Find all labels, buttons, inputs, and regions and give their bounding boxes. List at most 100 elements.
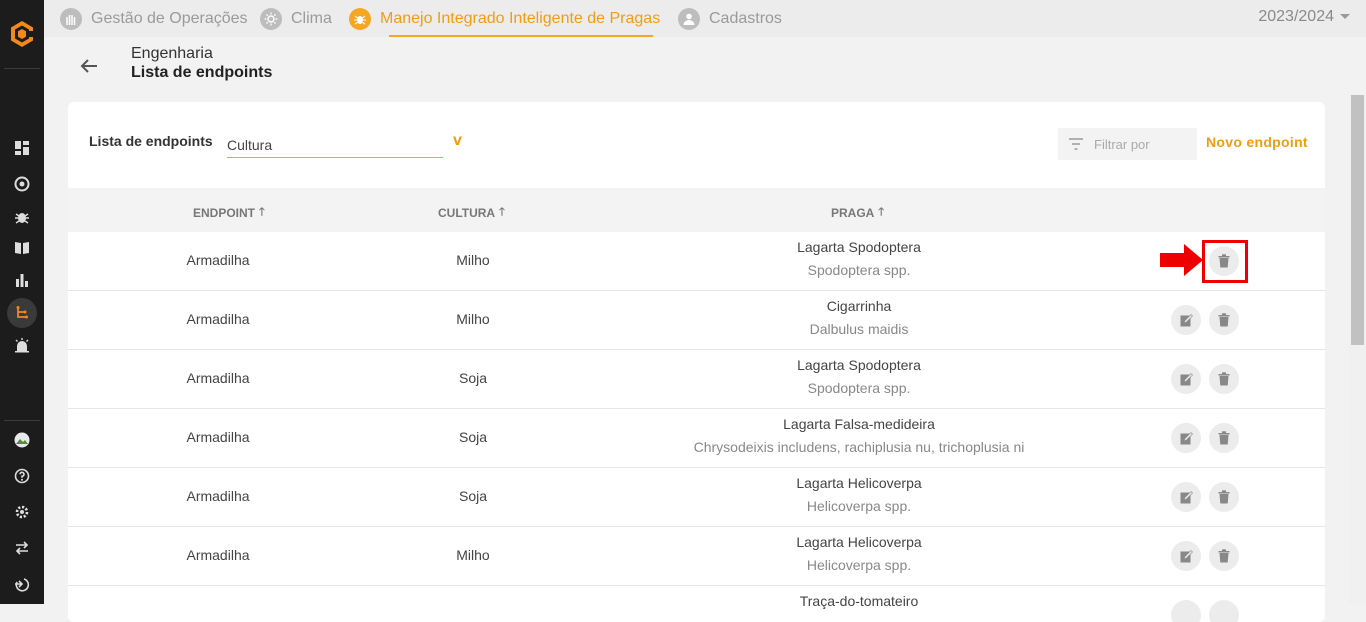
help-icon[interactable] xyxy=(10,464,34,488)
bug-icon[interactable] xyxy=(10,205,34,229)
arrow-up-icon: 🡑 xyxy=(499,206,505,218)
cell-cultura: Soja xyxy=(458,488,488,504)
edit-button[interactable] xyxy=(1171,423,1201,453)
breadcrumb[interactable]: Engenharia xyxy=(131,45,213,63)
cell-endpoint: Armadilha xyxy=(186,488,250,504)
sidebar-divider xyxy=(4,68,40,69)
praga-scientific-name: Helicoverpa spp. xyxy=(806,557,912,573)
arrow-up-icon: 🡑 xyxy=(259,206,265,218)
tab-label: Cadastros xyxy=(709,9,782,27)
edit-icon xyxy=(1180,490,1193,503)
edit-button[interactable] xyxy=(1171,364,1201,394)
delete-button[interactable] xyxy=(1209,482,1239,512)
scrollbar-thumb[interactable] xyxy=(1351,95,1364,345)
dashboard-icon[interactable] xyxy=(10,136,34,160)
arrow-up-icon: 🡑 xyxy=(878,206,885,218)
cell-endpoint: Armadilha xyxy=(186,370,250,386)
tab-gestao-operacoes[interactable]: Gestão de Operações xyxy=(60,0,248,37)
delete-button[interactable] xyxy=(1209,600,1239,622)
delete-button[interactable] xyxy=(1209,423,1239,453)
praga-name: Traça-do-tomateiro xyxy=(799,593,919,609)
scrollbar[interactable] xyxy=(1349,95,1366,604)
cell-praga: Lagarta Spodoptera Spodoptera spp. xyxy=(609,357,1109,396)
cell-praga: Traça-do-tomateiro xyxy=(609,593,1109,609)
cell-endpoint: Armadilha xyxy=(186,547,250,563)
alarm-icon[interactable] xyxy=(10,333,34,357)
sun-icon xyxy=(260,7,282,30)
cell-endpoint: Armadilha xyxy=(186,311,250,327)
praga-scientific-name: Helicoverpa spp. xyxy=(806,498,912,514)
tab-label: Manejo Integrado Inteligente de Pragas xyxy=(380,9,661,27)
edit-button[interactable] xyxy=(1171,305,1201,335)
tab-cadastros[interactable]: Cadastros xyxy=(678,0,782,37)
praga-scientific-name: Spodoptera spp. xyxy=(807,380,911,396)
delete-button[interactable] xyxy=(1209,305,1239,335)
table-header: ENDPOINT 🡑 CULTURA 🡑 PRAGA 🡑 xyxy=(68,188,1325,232)
bar-chart-icon[interactable] xyxy=(10,268,34,292)
praga-name: Lagarta Falsa-medideira xyxy=(783,416,935,432)
praga-name: Cigarrinha xyxy=(826,298,892,314)
cell-cultura: Milho xyxy=(456,252,490,268)
trash-icon xyxy=(1218,549,1230,563)
endpoints-icon[interactable] xyxy=(7,298,37,328)
endpoints-card: Lista de endpoints Cultura v Filtrar por… xyxy=(68,102,1325,622)
cell-praga: Lagarta Helicoverpa Helicoverpa spp. xyxy=(609,475,1109,514)
cell-cultura: Milho xyxy=(456,547,490,563)
highlight-box-annotation xyxy=(1202,240,1248,283)
chevron-down-icon[interactable]: v xyxy=(453,132,462,150)
chevron-down-icon xyxy=(1340,14,1350,19)
tab-manejo-pragas[interactable]: Manejo Integrado Inteligente de Pragas xyxy=(349,0,660,37)
swap-icon[interactable] xyxy=(10,536,34,560)
page-title: Lista de endpoints xyxy=(131,64,273,81)
cell-praga: Cigarrinha Dalbulus maidis xyxy=(609,298,1109,337)
book-icon[interactable] xyxy=(10,236,34,260)
back-arrow-icon[interactable] xyxy=(78,55,100,77)
app-logo-icon[interactable] xyxy=(6,18,38,50)
hand-icon xyxy=(60,7,82,30)
column-header-praga[interactable]: PRAGA 🡑 xyxy=(831,203,884,222)
delete-button[interactable] xyxy=(1209,364,1239,394)
gear-icon[interactable] xyxy=(10,500,34,524)
praga-name: Lagarta Spodoptera xyxy=(797,239,921,255)
praga-name: Lagarta Spodoptera xyxy=(797,357,921,373)
edit-icon xyxy=(1180,549,1193,562)
user-icon xyxy=(678,7,700,30)
filter-placeholder: Filtrar por xyxy=(1094,136,1150,152)
table-row: Armadilha Milho Lagarta Spodoptera Spodo… xyxy=(68,232,1325,291)
sidebar xyxy=(0,0,44,604)
top-navigation: Gestão de Operações Clima Manejo Integra… xyxy=(44,0,1366,37)
cell-endpoint: Armadilha xyxy=(186,252,250,268)
logout-icon[interactable] xyxy=(10,572,34,596)
praga-scientific-name: Dalbulus maidis xyxy=(809,321,909,337)
page-header: Engenharia Lista de endpoints xyxy=(44,37,1366,95)
edit-icon xyxy=(1180,372,1193,385)
cell-endpoint: Armadilha xyxy=(186,429,250,445)
praga-name: Lagarta Helicoverpa xyxy=(796,475,922,491)
filter-icon xyxy=(1069,138,1083,150)
red-arrow-annotation xyxy=(1160,244,1203,276)
filter-input[interactable]: Filtrar por xyxy=(1058,128,1197,160)
edit-button[interactable] xyxy=(1171,600,1201,622)
column-header-endpoint[interactable]: ENDPOINT 🡑 xyxy=(193,203,265,222)
sidebar-divider xyxy=(4,420,40,421)
avatar[interactable] xyxy=(10,428,34,452)
praga-name: Lagarta Helicoverpa xyxy=(796,534,922,550)
edit-button[interactable] xyxy=(1171,482,1201,512)
cell-praga: Lagarta Spodoptera Spodoptera spp. xyxy=(609,239,1109,278)
tab-label: Gestão de Operações xyxy=(91,9,248,27)
praga-scientific-name: Spodoptera spp. xyxy=(807,262,911,278)
new-endpoint-button[interactable]: Novo endpoint xyxy=(1206,134,1308,150)
trash-icon xyxy=(1218,313,1230,327)
season-value: 2023/2024 xyxy=(1258,7,1334,25)
tab-clima[interactable]: Clima xyxy=(260,0,332,37)
edit-button[interactable] xyxy=(1171,541,1201,571)
trash-icon xyxy=(1218,490,1230,504)
table-row: Armadilha Soja Lagarta Spodoptera Spodop… xyxy=(68,350,1325,409)
season-selector[interactable]: 2023/2024 xyxy=(1258,0,1350,33)
cultura-select[interactable]: Cultura xyxy=(227,135,443,158)
delete-button[interactable] xyxy=(1209,541,1239,571)
cell-praga: Lagarta Helicoverpa Helicoverpa spp. xyxy=(609,534,1109,573)
column-header-cultura[interactable]: CULTURA 🡑 xyxy=(438,203,505,222)
cell-cultura: Soja xyxy=(458,370,488,386)
radar-icon[interactable] xyxy=(10,172,34,196)
